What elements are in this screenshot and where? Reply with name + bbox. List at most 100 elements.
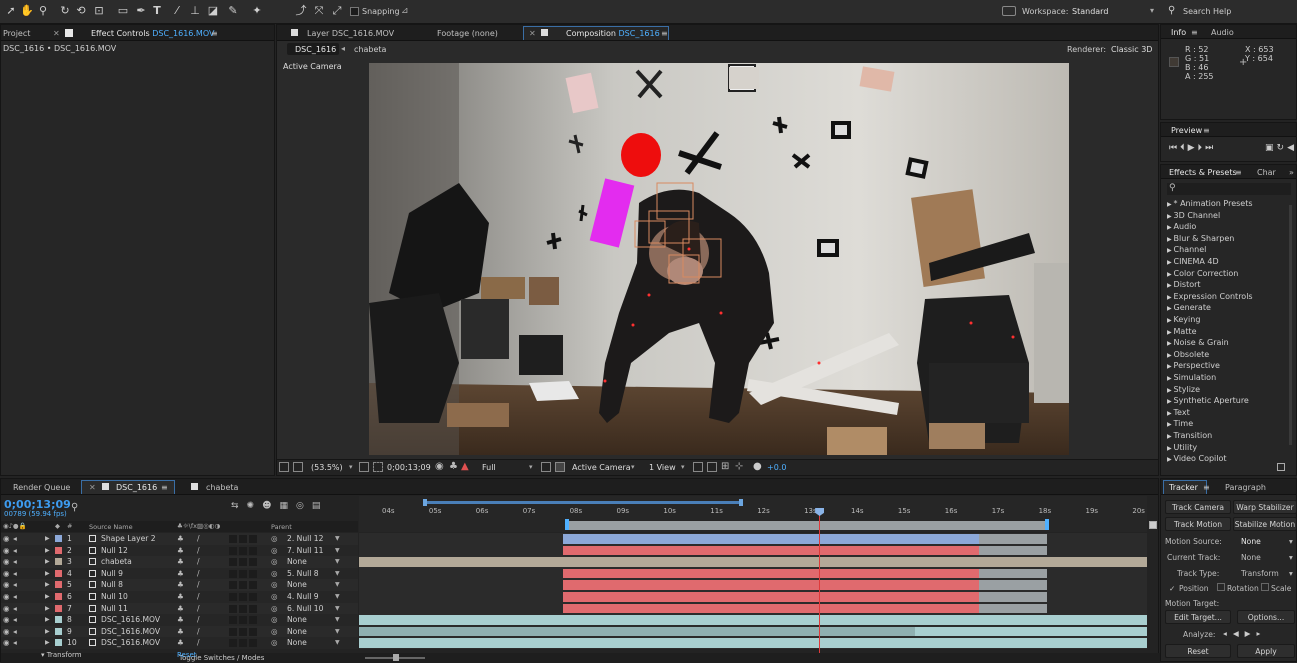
tab-project[interactable]: Project xyxy=(3,27,30,40)
tab-render-queue[interactable]: Render Queue xyxy=(13,481,70,494)
pick-whip-icon[interactable]: ◎ xyxy=(271,603,278,615)
audio-icon[interactable]: ◂ xyxy=(13,533,17,545)
tab-character[interactable]: Char xyxy=(1257,166,1276,179)
layer-duration-bar[interactable] xyxy=(979,534,1047,544)
graph-editor-icon[interactable]: ▤ xyxy=(312,501,329,511)
parent-select[interactable]: 4. Null 9 xyxy=(287,591,319,603)
switch-box[interactable] xyxy=(239,604,247,613)
shy-switch-icon[interactable]: ♣ xyxy=(177,603,184,615)
parent-dropdown-icon[interactable]: ▼ xyxy=(335,545,340,557)
shy-switch-icon[interactable]: ♣ xyxy=(177,579,184,591)
parent-select[interactable]: 2. Null 12 xyxy=(287,533,323,545)
tab-audio[interactable]: Audio xyxy=(1211,26,1234,39)
zoom-slider-thumb[interactable] xyxy=(393,654,399,661)
work-area-bar[interactable] xyxy=(565,521,1049,530)
switch-box[interactable] xyxy=(239,569,247,578)
switch-box[interactable] xyxy=(239,535,247,543)
pick-whip-icon[interactable]: ◎ xyxy=(271,591,278,603)
effects-category-item[interactable]: ▶ Synthetic Aperture xyxy=(1167,396,1249,405)
switch-box[interactable] xyxy=(239,546,247,555)
shy-switch-icon[interactable]: ♣ xyxy=(177,626,184,638)
track-motion-button[interactable]: Track Motion xyxy=(1165,517,1231,531)
parent-select[interactable]: 6. Null 10 xyxy=(287,603,323,615)
timeline-icon[interactable]: ⊞ xyxy=(721,461,729,472)
exposure-reset-icon[interactable]: ● xyxy=(753,461,762,472)
layer-duration-bar[interactable] xyxy=(979,568,1047,579)
snapping-checkbox[interactable] xyxy=(350,7,359,16)
layer-track[interactable] xyxy=(359,637,1147,649)
panel-menu-icon[interactable]: ≡ xyxy=(661,27,668,40)
expand-triangle-icon[interactable]: ▶ xyxy=(45,545,50,557)
switch-box[interactable] xyxy=(229,627,237,636)
motion-blur-icon[interactable]: ◎ xyxy=(296,501,312,511)
parent-dropdown-icon[interactable]: ▼ xyxy=(335,637,340,649)
motion-source-select[interactable]: None xyxy=(1241,537,1261,546)
switch-box[interactable] xyxy=(229,558,237,567)
source-name-header[interactable]: Source Name xyxy=(89,523,133,531)
layer-duration-bar[interactable] xyxy=(359,638,1147,648)
rotation-checkbox[interactable] xyxy=(1217,583,1225,591)
expand-triangle-icon[interactable]: ▶ xyxy=(45,614,50,626)
switch-box[interactable] xyxy=(239,616,247,625)
label-color-swatch[interactable] xyxy=(55,558,62,566)
audio-icon[interactable]: ◂ xyxy=(13,614,17,626)
dropdown-icon[interactable]: ▾ xyxy=(1289,569,1293,578)
quality-switch-icon[interactable]: / xyxy=(197,579,200,591)
expand-triangle-icon[interactable]: ▶ xyxy=(45,603,50,615)
axis-view-icon[interactable]: ⤢ xyxy=(330,4,344,18)
analyze-back-frame-icon[interactable]: ◂ xyxy=(1223,629,1233,638)
axis-world-icon[interactable]: ⤧ xyxy=(312,4,326,18)
expand-triangle-icon[interactable]: ▶ xyxy=(45,579,50,591)
axis-local-icon[interactable]: ⤴ xyxy=(294,4,308,18)
analyze-forward-icon[interactable]: ▶ xyxy=(1245,629,1257,638)
safe-zones-icon[interactable] xyxy=(359,462,369,472)
tab-paragraph[interactable]: Paragraph xyxy=(1225,481,1266,494)
shy-switch-icon[interactable]: ♣ xyxy=(177,545,184,557)
layer-track[interactable] xyxy=(359,591,1147,603)
warp-stabilizer-button[interactable]: Warp Stabilizer xyxy=(1233,500,1297,514)
layer-duration-bar[interactable] xyxy=(979,580,1047,590)
expand-triangle-icon[interactable]: ▶ xyxy=(45,533,50,545)
breadcrumb-comp[interactable]: DSC_1616 xyxy=(295,45,336,54)
camera-dropdown-icon[interactable]: ▾ xyxy=(631,463,635,471)
type-icon[interactable]: T xyxy=(150,4,164,18)
breadcrumb-precomp[interactable]: chabeta xyxy=(354,45,386,54)
dropdown-icon[interactable]: ▾ xyxy=(1289,553,1293,562)
camera-view-select[interactable]: Active Camera xyxy=(572,463,631,472)
switch-box[interactable] xyxy=(239,581,247,590)
view-layout-select[interactable]: 1 View xyxy=(649,463,676,472)
effects-category-item[interactable]: ▶ * Animation Presets xyxy=(1167,199,1253,208)
lock-icon[interactable] xyxy=(291,29,298,36)
parent-select[interactable]: None xyxy=(287,637,307,649)
quality-switch-icon[interactable]: / xyxy=(197,614,200,626)
pick-whip-icon[interactable]: ◎ xyxy=(271,579,278,591)
workspace-dropdown-icon[interactable]: ▾ xyxy=(1150,6,1154,15)
pick-whip-icon[interactable]: ◎ xyxy=(271,568,278,580)
audio-icon[interactable]: ◂ xyxy=(13,545,17,557)
effects-category-item[interactable]: ▶ Expression Controls xyxy=(1167,292,1253,301)
layer-name[interactable]: Null 12 xyxy=(101,545,128,557)
layer-row[interactable]: ◉ ◂ ▶ 5 Null 8 ♣ / ◎ None ▼ xyxy=(1,579,358,591)
parent-select[interactable]: 7. Null 11 xyxy=(287,545,323,557)
ram-preview-icon[interactable]: ▣ xyxy=(1265,143,1277,153)
eraser-icon[interactable]: ◪ xyxy=(206,4,220,18)
layer-name[interactable]: DSC_1616.MOV xyxy=(101,637,160,649)
layer-name[interactable]: Null 8 xyxy=(101,579,123,591)
eye-icon[interactable]: ◉ xyxy=(3,533,10,545)
lock-icon[interactable] xyxy=(65,29,73,37)
label-color-swatch[interactable] xyxy=(55,616,62,624)
audio-icon[interactable]: ◂ xyxy=(13,556,17,568)
panel-menu-icon[interactable]: ≡ xyxy=(1203,124,1210,137)
transparency-grid-icon[interactable] xyxy=(555,462,565,472)
close-icon[interactable]: ✕ xyxy=(529,27,536,40)
effects-category-item[interactable]: ▶ Noise & Grain xyxy=(1167,338,1229,347)
switch-box[interactable] xyxy=(229,604,237,613)
parent-dropdown-icon[interactable]: ▼ xyxy=(335,626,340,638)
search-help-input[interactable]: Search Help xyxy=(1183,7,1231,16)
effects-category-item[interactable]: ▶ Blur & Sharpen xyxy=(1167,234,1234,243)
pick-whip-icon[interactable]: ◎ xyxy=(271,614,278,626)
switch-box[interactable] xyxy=(239,639,247,648)
navigator-start-handle[interactable] xyxy=(423,499,427,506)
shy-icon[interactable]: ☻ xyxy=(262,501,279,511)
quality-switch-icon[interactable]: / xyxy=(197,568,200,580)
